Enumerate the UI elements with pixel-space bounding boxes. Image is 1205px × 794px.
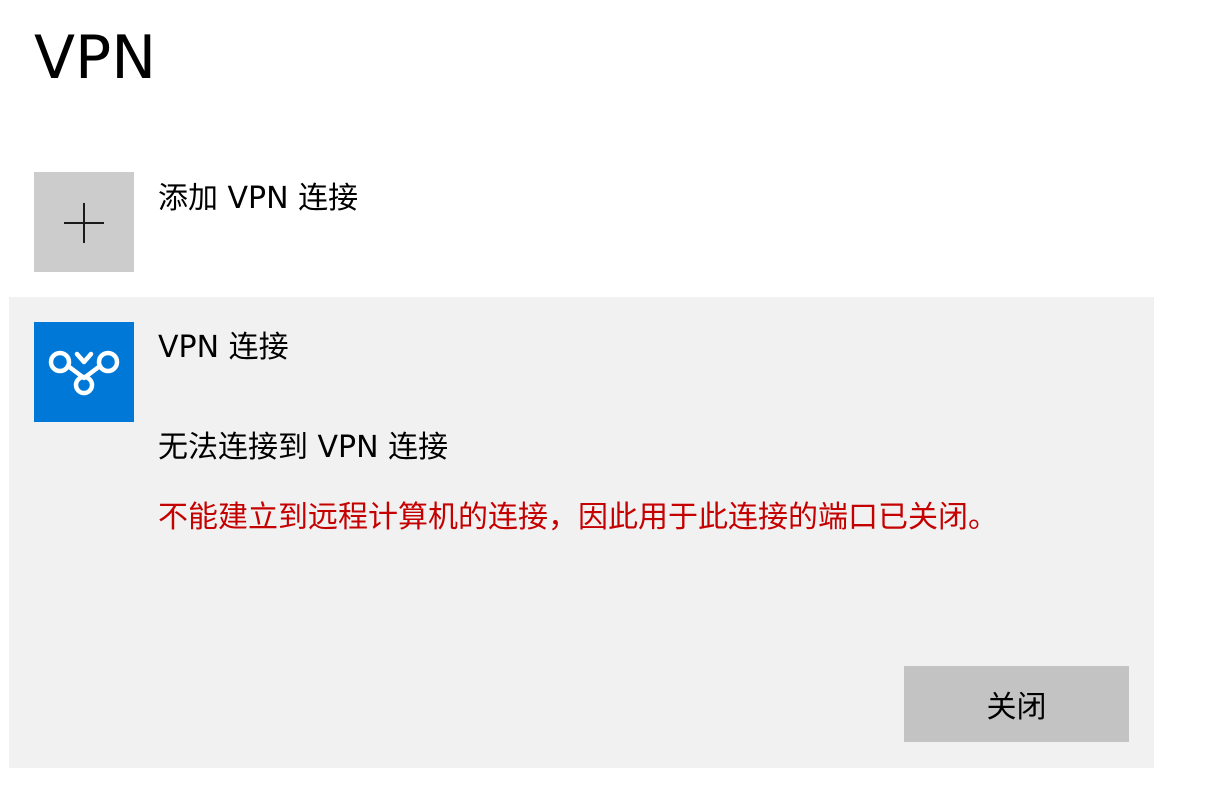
close-button[interactable]: 关闭 (904, 666, 1129, 742)
vpn-connection-name: VPN 连接 (158, 330, 289, 365)
vpn-connection-tile (34, 322, 134, 422)
add-vpn-connection-button[interactable]: 添加 VPN 连接 (34, 172, 1154, 272)
vpn-connection-status: 无法连接到 VPN 连接 (158, 430, 449, 465)
vpn-icon (48, 350, 120, 396)
plus-icon (64, 203, 104, 243)
vpn-connection-card[interactable]: VPN 连接 无法连接到 VPN 连接 不能建立到远程计算机的连接，因此用于此连… (9, 297, 1154, 768)
vpn-settings-page: VPN 添加 VPN 连接 VPN 连接 无法连接到 VPN 连接 不能建立到远… (0, 0, 1205, 794)
add-vpn-connection-label: 添加 VPN 连接 (158, 181, 359, 216)
vpn-connection-error: 不能建立到远程计算机的连接，因此用于此连接的端口已关闭。 (158, 500, 998, 535)
page-title: VPN (34, 23, 157, 93)
add-vpn-tile (34, 172, 134, 272)
